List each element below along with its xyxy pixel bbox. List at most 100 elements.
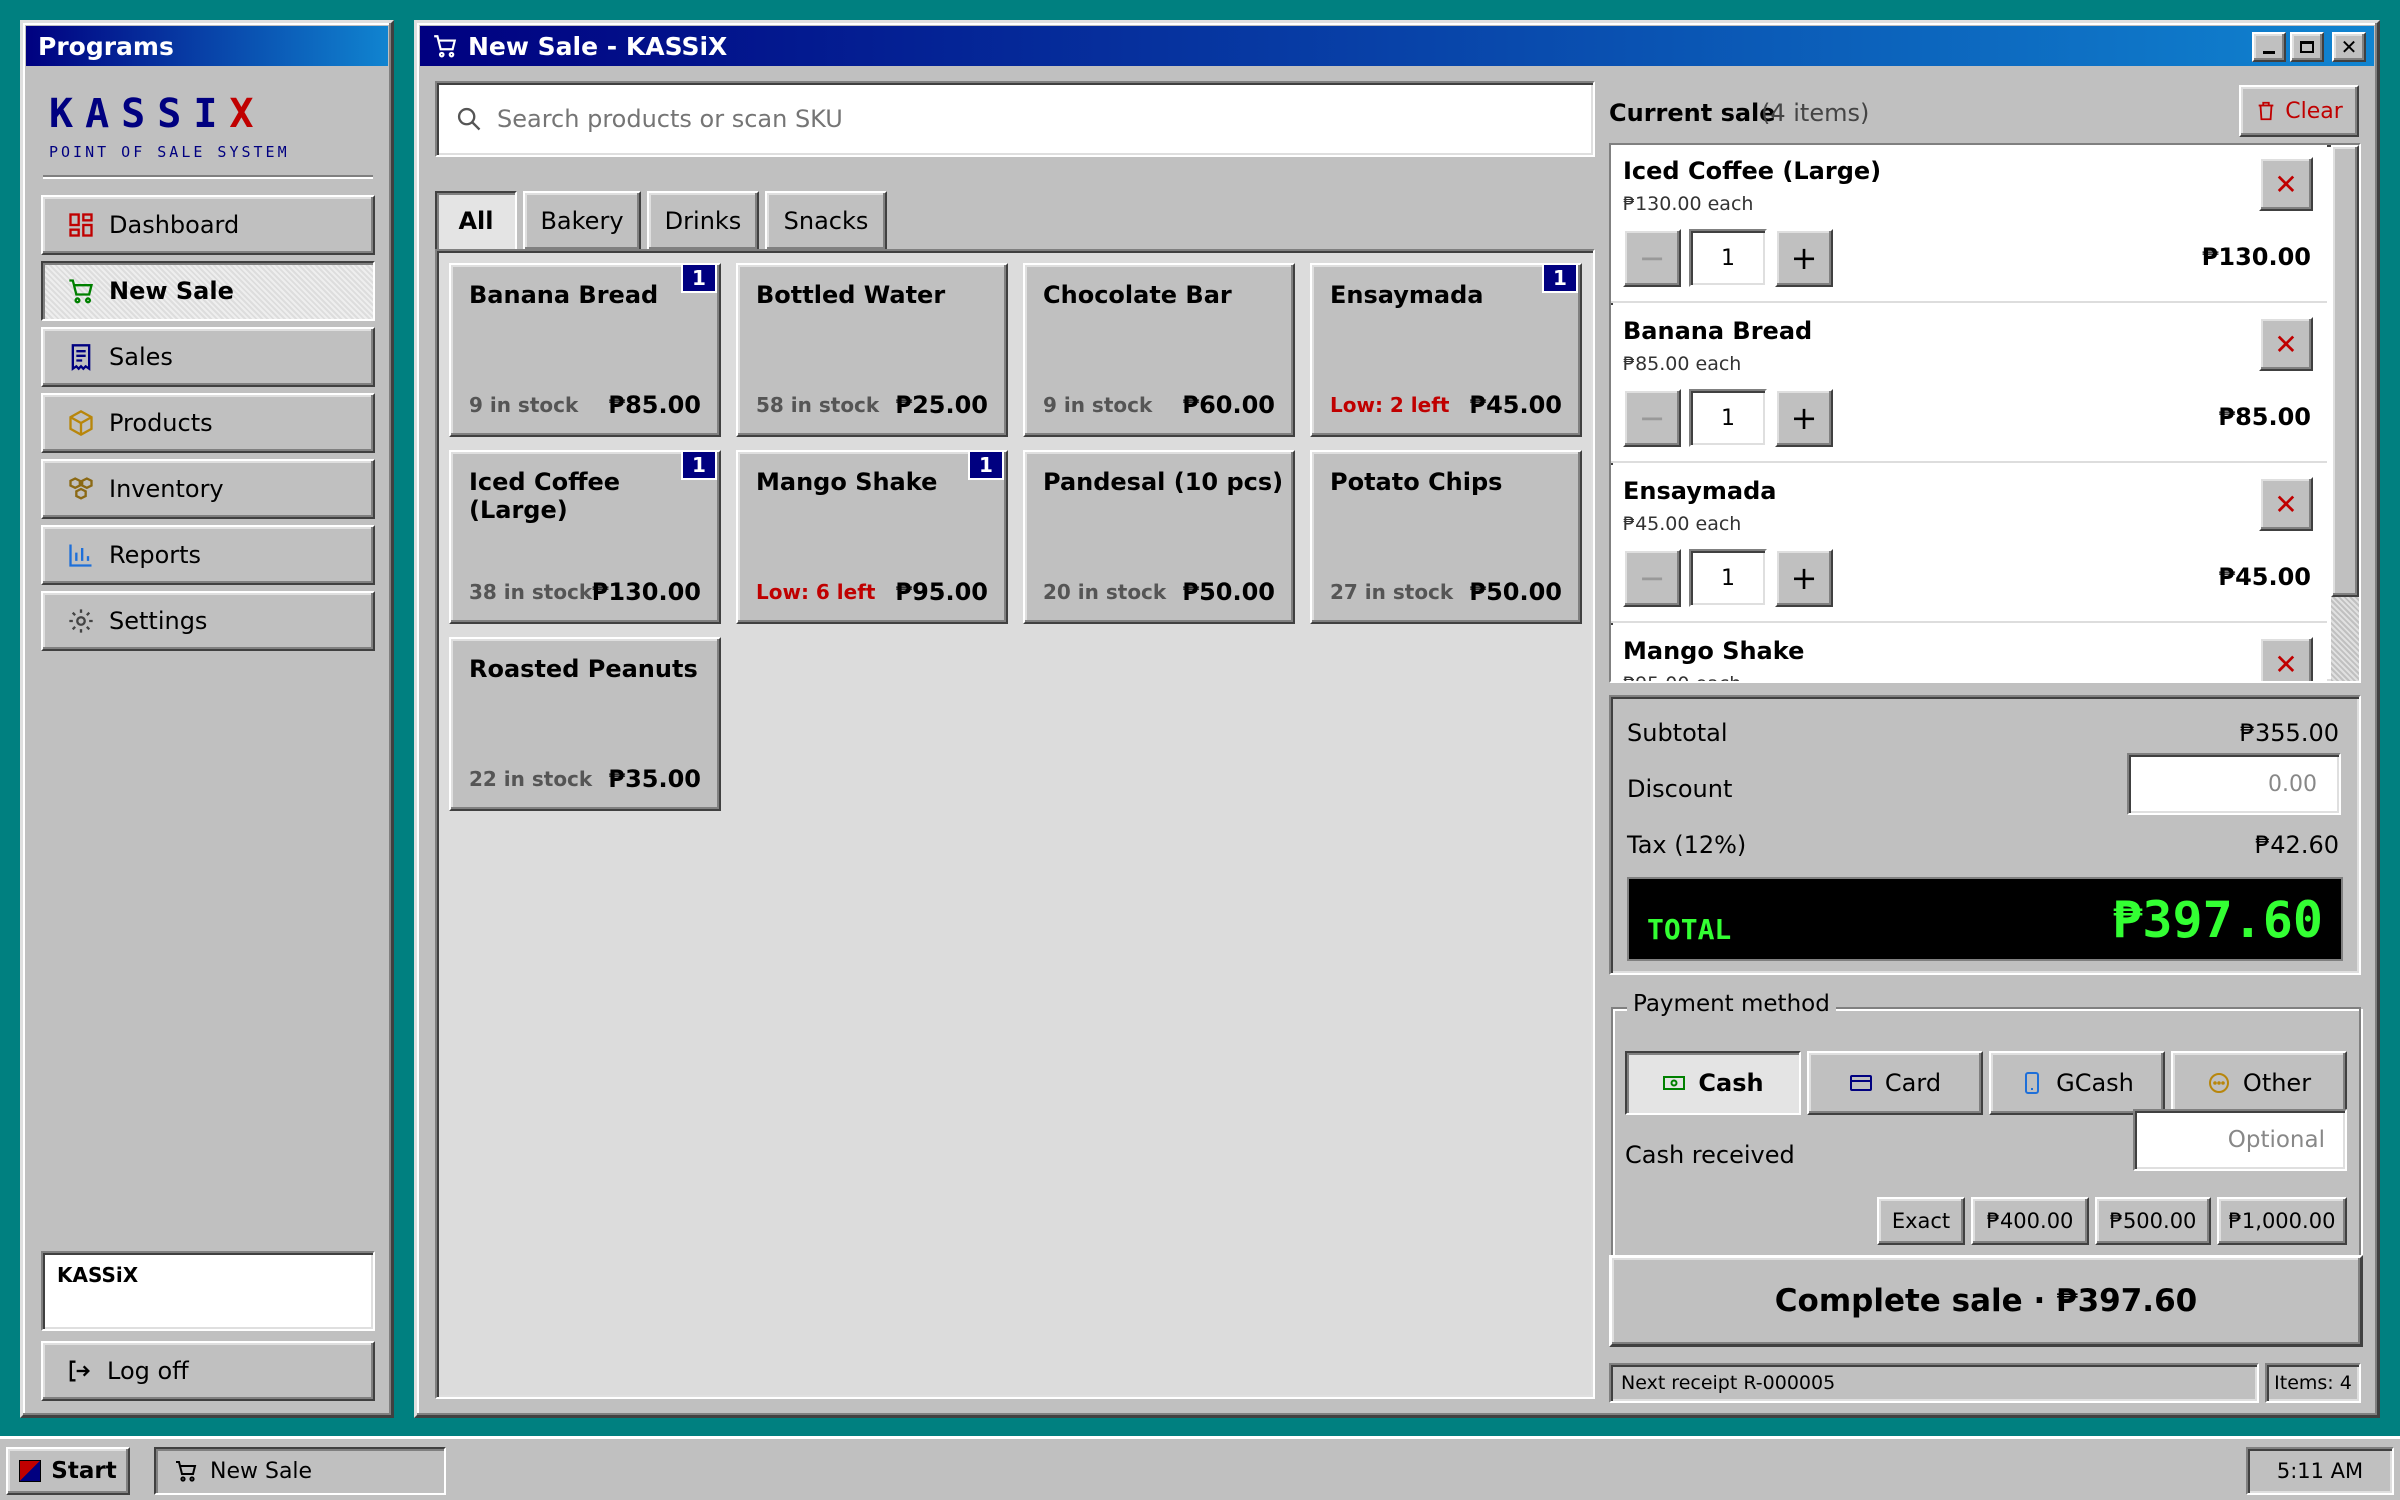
in-cart-badge: 1 [968, 450, 1004, 480]
sidebar-item-sales[interactable]: Sales [41, 327, 375, 387]
minus-icon: − [1638, 399, 1666, 437]
product-stock: 9 in stock [469, 393, 579, 417]
product-stock: 20 in stock [1043, 580, 1167, 604]
product-tile-chocolate-bar[interactable]: Chocolate Bar 9 in stock ₱60.00 [1023, 263, 1295, 437]
payment-label: Card [1884, 1069, 1942, 1097]
increase-qty-button[interactable]: + [1775, 549, 1833, 607]
close-icon: ✕ [2274, 487, 2298, 521]
sidebar-item-label: Dashboard [109, 211, 240, 239]
decrease-qty-button[interactable]: − [1623, 389, 1681, 447]
product-name: Chocolate Bar [1043, 281, 1232, 309]
items-text: Items: 4 [2274, 1372, 2352, 1394]
search-input[interactable] [497, 105, 1577, 133]
card-icon [1849, 1071, 1873, 1095]
sidebar-item-inventory[interactable]: Inventory [41, 459, 375, 519]
in-cart-badge: 1 [681, 450, 717, 480]
total-value: ₱397.60 [2112, 891, 2323, 949]
search-box[interactable] [435, 81, 1595, 157]
sidebar-item-label: Products [109, 409, 213, 437]
decrease-qty-button[interactable]: − [1623, 549, 1681, 607]
quantity-field[interactable]: 1 [1689, 549, 1767, 607]
product-stock: 22 in stock [469, 767, 593, 791]
tab-drinks[interactable]: Drinks [647, 191, 759, 251]
product-stock: 9 in stock [1043, 393, 1153, 417]
clock-text: 5:11 AM [2276, 1459, 2364, 1483]
remove-item-button[interactable]: ✕ [2259, 317, 2313, 371]
user-name: KASSiX [57, 1263, 139, 1287]
minus-icon: − [1638, 239, 1666, 277]
cart-item-total: ₱85.00 [2218, 403, 2311, 431]
cart-item-total: ₱130.00 [2201, 243, 2311, 271]
payment-other-button[interactable]: Other [2171, 1051, 2347, 1115]
start-button[interactable]: Start [6, 1447, 130, 1495]
logoff-button[interactable]: Log off [41, 1341, 375, 1401]
close-button[interactable]: ✕ [2332, 32, 2366, 62]
product-price: ₱95.00 [895, 578, 988, 606]
cart-item-iced-coffee-large: Iced Coffee (Large) ₱130.00 each ✕ − 1 + ₱130.… [1611, 145, 2327, 303]
tab-label: Snacks [783, 207, 869, 235]
product-tile-mango-shake[interactable]: Mango Shake Low: 6 left ₱95.00 1 [736, 450, 1008, 624]
quick-amount-400-00-button[interactable]: ₱400.00 [1971, 1197, 2089, 1245]
cash-received-field[interactable]: Optional [2133, 1109, 2347, 1171]
minimize-icon [2263, 51, 2275, 54]
product-tile-pandesal-10-pcs[interactable]: Pandesal (10 pcs) 20 in stock ₱50.00 [1023, 450, 1295, 624]
taskbar-new-sale[interactable]: New Sale [154, 1447, 446, 1495]
tab-all[interactable]: All [435, 191, 517, 251]
product-price: ₱50.00 [1469, 578, 1562, 606]
cart-item-unit-price: ₱85.00 each [1623, 353, 1742, 375]
sidebar-item-label: Sales [109, 343, 173, 371]
minimize-button[interactable] [2252, 32, 2286, 62]
cart-item-name: Iced Coffee (Large) [1623, 157, 1882, 185]
quick-amount-1-000-00-button[interactable]: ₱1,000.00 [2217, 1197, 2347, 1245]
product-price: ₱85.00 [608, 391, 701, 419]
quick-amount-label: ₱400.00 [1986, 1209, 2074, 1233]
remove-item-button[interactable]: ✕ [2259, 477, 2313, 531]
cart-item-banana-bread: Banana Bread ₱85.00 each ✕ − 1 + ₱85.00 [1611, 305, 2327, 463]
product-stock: 38 in stock [469, 580, 593, 604]
product-tile-roasted-peanuts[interactable]: Roasted Peanuts 22 in stock ₱35.00 [449, 637, 721, 811]
sidebar-item-dashboard[interactable]: Dashboard [41, 195, 375, 255]
product-tile-potato-chips[interactable]: Potato Chips 27 in stock ₱50.00 [1310, 450, 1582, 624]
cart-scrollbar[interactable] [2331, 145, 2359, 681]
sidebar-item-new-sale[interactable]: New Sale [41, 261, 375, 321]
decrease-qty-button[interactable]: − [1623, 229, 1681, 287]
payment-card-button[interactable]: Card [1807, 1051, 1983, 1115]
clear-cart-button[interactable]: Clear [2239, 85, 2359, 137]
sidebar-item-products[interactable]: Products [41, 393, 375, 453]
logoff-icon [69, 1360, 90, 1382]
product-tile-ensaymada[interactable]: Ensaymada Low: 2 left ₱45.00 1 [1310, 263, 1582, 437]
close-icon: ✕ [2274, 647, 2298, 681]
user-box: KASSiX [41, 1251, 375, 1331]
quantity-value: 1 [1721, 245, 1735, 271]
increase-qty-button[interactable]: + [1775, 229, 1833, 287]
discount-field[interactable]: 0.00 [2127, 753, 2341, 815]
payment-label: Cash [1698, 1069, 1764, 1097]
tab-bakery[interactable]: Bakery [523, 191, 641, 251]
payment-cash-button[interactable]: Cash [1625, 1051, 1801, 1115]
main-titlebar: New Sale - KASSiX ✕ [420, 26, 2374, 66]
quantity-field[interactable]: 1 [1689, 389, 1767, 447]
product-tile-bottled-water[interactable]: Bottled Water 58 in stock ₱25.00 [736, 263, 1008, 437]
sidebar-item-reports[interactable]: Reports [41, 525, 375, 585]
totals-panel: Subtotal ₱355.00 Discount 0.00 Tax (12%)… [1609, 695, 2361, 975]
product-tile-banana-bread[interactable]: Banana Bread 9 in stock ₱85.00 1 [449, 263, 721, 437]
remove-item-button[interactable]: ✕ [2259, 637, 2313, 681]
quick-amount-500-00-button[interactable]: ₱500.00 [2095, 1197, 2211, 1245]
taskbar: Start New Sale 5:11 AM [0, 1436, 2400, 1500]
receipt-text: Next receipt R-000005 [1621, 1372, 1836, 1394]
remove-item-button[interactable]: ✕ [2259, 157, 2313, 211]
quick-amount-exact-button[interactable]: Exact [1877, 1197, 1965, 1245]
window-title: New Sale - KASSiX [468, 31, 728, 61]
sidebar-item-settings[interactable]: Settings [41, 591, 375, 651]
clock: 5:11 AM [2246, 1447, 2394, 1495]
tab-snacks[interactable]: Snacks [765, 191, 887, 251]
complete-sale-button[interactable]: Complete sale · ₱397.60 [1609, 1255, 2363, 1347]
scrollbar-thumb[interactable] [2331, 145, 2359, 597]
quantity-field[interactable]: 1 [1689, 229, 1767, 287]
product-tile-iced-coffee-large[interactable]: Iced Coffee (Large) 38 in stock ₱130.00 1 [449, 450, 721, 624]
maximize-button[interactable] [2290, 32, 2324, 62]
payment-gcash-button[interactable]: GCash [1989, 1051, 2165, 1115]
in-cart-badge: 1 [681, 263, 717, 293]
product-name: Mango Shake [756, 468, 938, 496]
increase-qty-button[interactable]: + [1775, 389, 1833, 447]
